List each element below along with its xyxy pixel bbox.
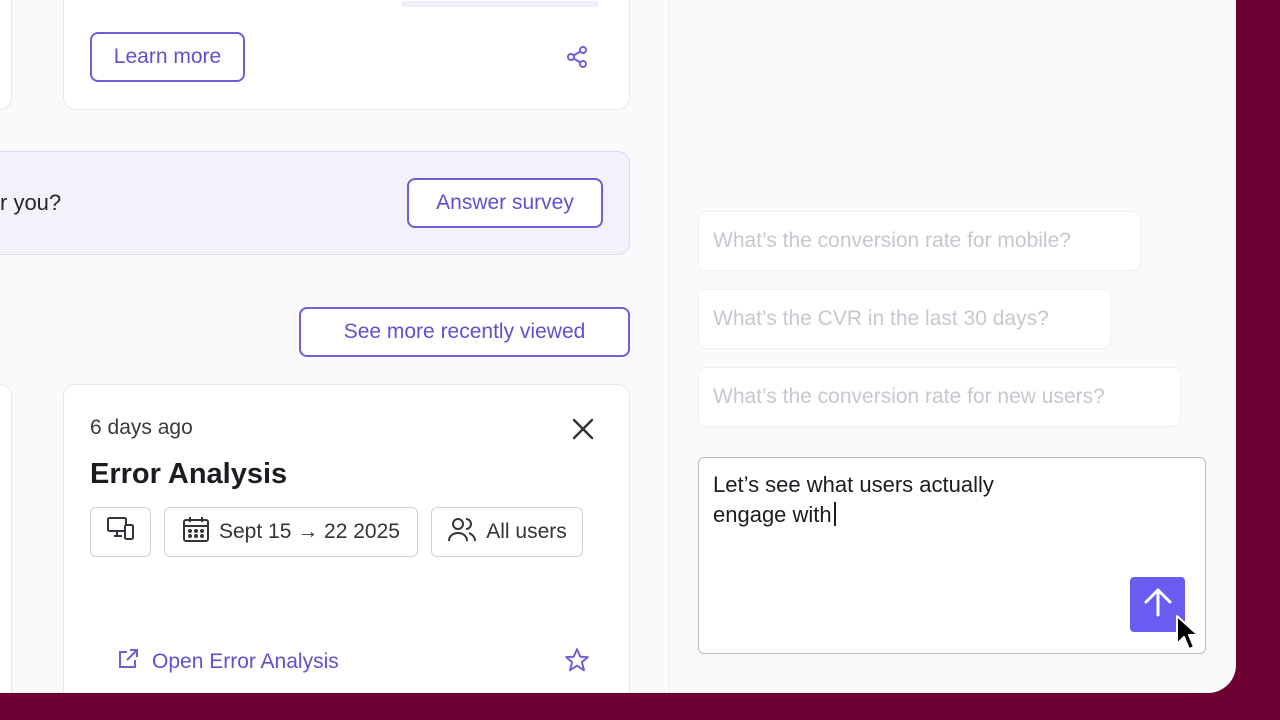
date-range-chip[interactable]: Sept 15 → 22 2025: [164, 507, 418, 557]
devices-icon: [106, 515, 136, 549]
partial-card-left-top: [0, 0, 12, 110]
partial-card-left-bottom: [0, 384, 12, 693]
external-link-icon: [116, 647, 140, 677]
suggestion-chip[interactable]: What’s the conversion rate for mobile?: [698, 211, 1141, 271]
star-icon[interactable]: [564, 647, 590, 673]
close-icon[interactable]: [571, 417, 595, 441]
open-analysis-label: Open Error Analysis: [152, 650, 339, 673]
share-icon[interactable]: [565, 45, 589, 69]
suggestion-chip[interactable]: What’s the conversion rate for new users…: [698, 367, 1181, 427]
suggestion-chip[interactable]: What’s the CVR in the last 30 days?: [698, 289, 1111, 349]
suggestion-text: What’s the conversion rate for new users…: [713, 385, 1105, 408]
users-icon: [447, 515, 477, 549]
suggestion-text: What’s the conversion rate for mobile?: [713, 229, 1071, 252]
survey-question: r you?: [0, 190, 62, 215]
card-timestamp: 6 days ago: [90, 416, 193, 439]
panel-divider: [669, 0, 670, 693]
app-window: Learn more r you? Answer survey See more…: [0, 0, 1236, 693]
suggestion-text: What’s the CVR in the last 30 days?: [713, 307, 1049, 330]
audience-label: All users: [486, 520, 567, 543]
answer-survey-button[interactable]: Answer survey: [407, 178, 603, 228]
open-analysis-link[interactable]: Open Error Analysis: [116, 647, 339, 677]
progress-placeholder: [402, 1, 598, 7]
see-more-recently-viewed-button[interactable]: See more recently viewed: [299, 307, 630, 357]
text-caret: [833, 502, 836, 526]
chat-input[interactable]: Let’s see what users actually engage wit…: [698, 457, 1206, 654]
chat-input-text[interactable]: Let’s see what users actually engage wit…: [713, 470, 1073, 530]
arrow-up-icon: [1141, 585, 1175, 624]
audience-chip[interactable]: All users: [431, 507, 583, 557]
date-range-label: Sept 15 → 22 2025: [219, 520, 400, 543]
card-title: Error Analysis: [90, 458, 288, 490]
mouse-cursor-icon: [1175, 614, 1201, 654]
calendar-icon: [182, 515, 210, 549]
device-chip[interactable]: [90, 507, 151, 557]
learn-more-button[interactable]: Learn more: [90, 32, 245, 82]
